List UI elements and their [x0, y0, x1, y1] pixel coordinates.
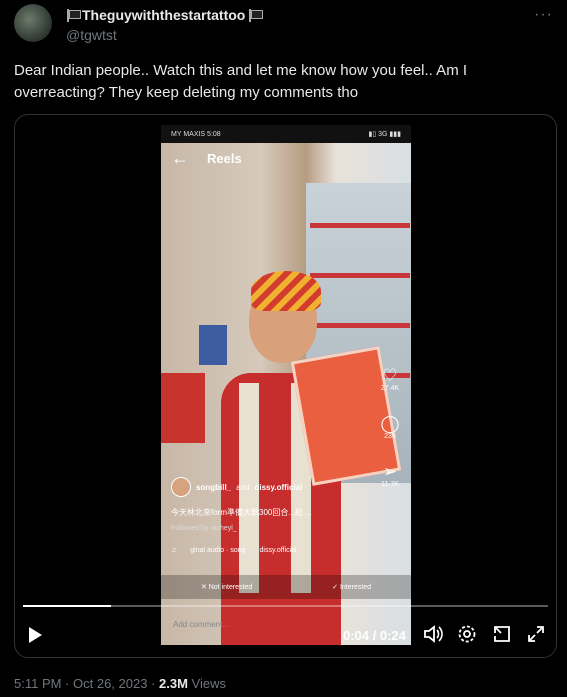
video-progress-fill [23, 605, 111, 607]
audio-label: ginal audio · song [190, 547, 246, 554]
like-action: ♡ 27.4K [377, 366, 403, 393]
author-avatar[interactable] [14, 4, 52, 42]
play-icon[interactable] [29, 627, 42, 643]
back-arrow-icon: ← [171, 147, 189, 168]
carrier-time: MY MAXIS 5:08 [171, 130, 221, 138]
followed-by: Followed by racheyl_ [171, 525, 237, 532]
reel-users-and: and [236, 482, 250, 492]
reels-header: ← Reels [161, 143, 411, 173]
reels-title: Reels [207, 150, 242, 166]
share-count: 11.7K [381, 481, 399, 488]
reel-user-2: dissy.official [254, 482, 303, 492]
not-interested: ✕ Not interested [200, 584, 253, 591]
interested: ✓ Interested [332, 584, 372, 591]
not-interested-label: Not interested [208, 584, 253, 591]
flag-icon [248, 8, 264, 22]
flag-icon [66, 8, 81, 22]
music-icon: ♫ [171, 547, 177, 554]
display-name[interactable]: Theguywiththestartattoo [66, 7, 264, 23]
comment-count: 236 [384, 433, 396, 440]
reel-audio: ♫ ginal audio · song dissy.official [171, 547, 297, 554]
comment-action: ◯ 236 [377, 414, 403, 441]
comment-icon: ◯ [380, 414, 400, 433]
reel-user-1: songbill_ [196, 482, 232, 492]
more-horizontal-icon[interactable]: ··· [534, 6, 553, 24]
fullscreen-icon[interactable] [526, 624, 546, 644]
reel-feedback-bar: ✕ Not interested ✓ Interested [161, 575, 411, 599]
phone-status-bar: MY MAXIS 5:08 ▮▯ 3G ▮▮▮ [161, 125, 411, 143]
video-player[interactable]: MY MAXIS 5:08 ▮▯ 3G ▮▮▮ ← Reels ♡ 27.4K … [14, 114, 557, 658]
heart-icon: ♡ [382, 366, 398, 385]
video-progress-bar[interactable] [23, 605, 548, 607]
poster [199, 325, 227, 365]
tweet-footer: 5:11 PM · Oct 26, 2023 · 2.3M Views [14, 676, 226, 691]
send-icon: ➢ [382, 462, 398, 481]
like-count: 27.4K [380, 385, 400, 392]
tweet-timestamp[interactable]: 5:11 PM · Oct 26, 2023 · [14, 676, 159, 691]
video-frame: MY MAXIS 5:08 ▮▯ 3G ▮▮▮ ← Reels ♡ 27.4K … [161, 125, 411, 645]
volume-icon[interactable] [423, 624, 443, 644]
display-name-text: Theguywiththestartattoo [82, 7, 246, 23]
settings-icon[interactable] [457, 624, 477, 644]
add-comment: Add comment... [173, 620, 230, 629]
handle[interactable]: @tgwtst [66, 27, 117, 43]
view-count: 2.3M [159, 676, 188, 691]
reel-user-avatar [171, 477, 191, 497]
status-icons: ▮▯ 3G ▮▮▮ [368, 131, 402, 138]
video-scene [161, 143, 411, 645]
interested-label: Interested [339, 584, 372, 591]
share-action: ➢ 11.7K [377, 462, 403, 489]
audio-user: dissy.official [259, 547, 297, 554]
video-time: 0:04 / 0:24 [343, 628, 406, 643]
tweet-text: Dear Indian people.. Watch this and let … [14, 62, 468, 101]
views-label: Views [187, 676, 226, 691]
reel-caption: 今天林北來form準備大戰300回合...結 ... [171, 508, 312, 517]
turban [251, 271, 321, 311]
picture-in-picture-icon[interactable] [492, 624, 512, 644]
reel-users: songbill_ and dissy.official [171, 477, 302, 497]
video-controls: 0:04 / 0:24 [15, 615, 556, 655]
poster [161, 373, 205, 443]
